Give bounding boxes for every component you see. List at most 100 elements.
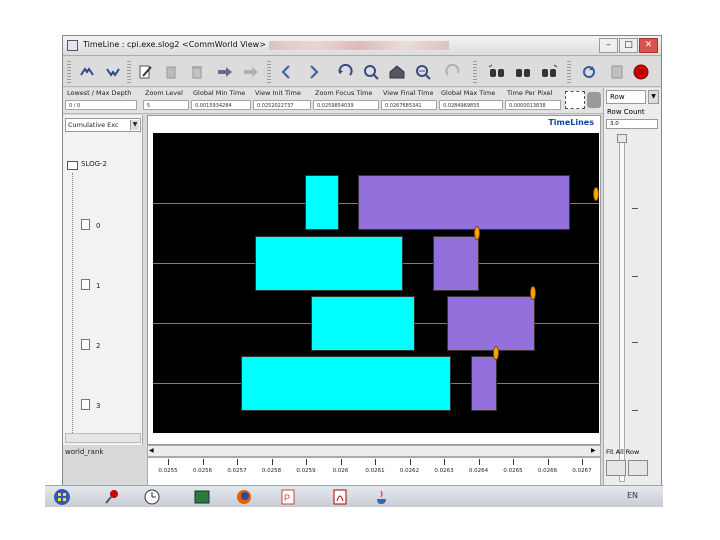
tree-rank-label[interactable]: 1 bbox=[96, 282, 100, 290]
slider-tick bbox=[632, 276, 638, 277]
refresh-icon[interactable] bbox=[577, 60, 601, 84]
state-rectangle[interactable] bbox=[471, 356, 497, 411]
slider-tick bbox=[632, 410, 638, 411]
event-marker[interactable] bbox=[530, 286, 536, 300]
delete-icon[interactable] bbox=[159, 60, 183, 84]
zoom-row-icon[interactable] bbox=[606, 460, 626, 476]
java-icon[interactable] bbox=[371, 488, 393, 506]
row-select[interactable]: Row bbox=[606, 90, 646, 104]
tree-rank-label[interactable]: 2 bbox=[96, 342, 100, 350]
clock-icon[interactable] bbox=[141, 488, 163, 506]
ruler-tick bbox=[271, 459, 273, 465]
image-viewer-icon[interactable] bbox=[191, 488, 213, 506]
powerpoint-icon[interactable]: P bbox=[277, 488, 299, 506]
pdf-icon[interactable] bbox=[329, 488, 351, 506]
ruler-tick bbox=[444, 459, 445, 465]
timeline-hscrollbar[interactable]: ◀ ▶ bbox=[147, 445, 601, 457]
ruler-tick bbox=[478, 459, 480, 465]
tree-hscrollbar[interactable] bbox=[65, 433, 141, 443]
zoom-search-out-icon[interactable] bbox=[411, 60, 435, 84]
global-min-time-field[interactable]: 0.0015934284 bbox=[191, 100, 251, 110]
file-icon bbox=[81, 399, 90, 410]
scroll-right-icon[interactable] bbox=[301, 60, 325, 84]
stop-icon[interactable] bbox=[629, 60, 653, 84]
state-rectangle[interactable] bbox=[305, 175, 339, 230]
tree-rank-label[interactable]: 0 bbox=[96, 222, 100, 230]
maximize-button[interactable]: □ bbox=[619, 38, 638, 53]
hand-row-icon[interactable] bbox=[628, 460, 648, 476]
ruler-tick bbox=[375, 459, 376, 465]
firefox-icon[interactable] bbox=[233, 488, 255, 506]
ruler-tick-label: 0.0255 bbox=[158, 468, 178, 474]
time-per-pixel-label: Time Per Pixel bbox=[507, 89, 553, 97]
toolbar-separator bbox=[127, 61, 131, 83]
zoom-level-field[interactable]: 5 bbox=[143, 100, 189, 110]
binoculars-icon[interactable] bbox=[511, 60, 535, 84]
zoom-focus-time-label: Zoom Focus Time bbox=[315, 89, 373, 97]
view-init-time-field[interactable]: 0.0252022737 bbox=[253, 100, 311, 110]
state-rectangle[interactable] bbox=[241, 356, 451, 411]
zoom-level-label: Zoom Level bbox=[145, 89, 183, 97]
zoom-focus-time-field[interactable]: 0.0259854039 bbox=[313, 100, 379, 110]
ruler-tick bbox=[513, 459, 514, 465]
state-rectangle[interactable] bbox=[255, 236, 403, 291]
chevron-down-icon[interactable]: ▼ bbox=[130, 120, 139, 130]
time-ruler: 0.0255 0.0256 0.0257 0.0258 0.0259 0.026 0.026… bbox=[147, 457, 601, 488]
chevron-down-icon[interactable]: ▼ bbox=[648, 90, 659, 104]
toolbar-grip[interactable] bbox=[67, 61, 71, 83]
tree-rank-label[interactable]: 3 bbox=[96, 402, 100, 410]
rank-tree-panel: Cumulative Exc ▼ SLOG-2 0 1 2 3 bbox=[63, 115, 143, 445]
state-rectangle[interactable] bbox=[358, 175, 570, 230]
binoculars-right-icon[interactable] bbox=[537, 60, 561, 84]
selection-tool-icon[interactable] bbox=[565, 91, 585, 109]
zoom-in-icon[interactable] bbox=[101, 60, 125, 84]
timeline-plot[interactable] bbox=[153, 133, 599, 433]
trash-icon[interactable] bbox=[185, 60, 209, 84]
scroll-left-arrow-icon[interactable]: ◀ bbox=[149, 447, 157, 455]
language-indicator[interactable]: EN bbox=[627, 491, 638, 500]
view-final-time-field[interactable]: 0.0267685341 bbox=[381, 100, 437, 110]
forward-icon[interactable] bbox=[213, 60, 237, 84]
print-icon[interactable] bbox=[605, 60, 629, 84]
binoculars-left-icon[interactable] bbox=[485, 60, 509, 84]
ruler-tick-label: 0.0262 bbox=[399, 468, 420, 474]
pin-icon[interactable] bbox=[101, 488, 123, 506]
ruler-tick-label: 0.0264 bbox=[468, 468, 489, 474]
state-rectangle[interactable] bbox=[311, 296, 415, 351]
minimize-button[interactable]: – bbox=[599, 38, 618, 53]
view-init-time-label: View Init Time bbox=[255, 89, 301, 97]
ruler-tick-label: 0.0256 bbox=[192, 468, 213, 474]
close-button[interactable]: ✕ bbox=[639, 38, 658, 53]
event-marker[interactable] bbox=[593, 187, 599, 201]
forward-disabled-icon[interactable] bbox=[239, 60, 263, 84]
fit-all-row-label[interactable]: Fit All Row bbox=[606, 448, 639, 456]
time-per-pixel-field[interactable]: 0.0000013838 bbox=[505, 100, 561, 110]
zoom-out-icon[interactable] bbox=[75, 60, 99, 84]
title-bar[interactable]: TimeLine : cpi.exe.slog2 <CommWorld View… bbox=[63, 36, 661, 56]
home-icon[interactable] bbox=[385, 60, 409, 84]
svg-text:P: P bbox=[284, 493, 290, 503]
lowest-max-depth-label: Lowest / Max Depth bbox=[67, 89, 132, 97]
undo-icon[interactable] bbox=[333, 60, 357, 84]
toolbar bbox=[63, 57, 661, 87]
row-slider-thumb[interactable] bbox=[617, 134, 627, 143]
event-marker[interactable] bbox=[493, 346, 499, 360]
row-count-field[interactable]: 3.0 bbox=[606, 119, 658, 129]
zoom-search-icon[interactable] bbox=[359, 60, 383, 84]
scroll-right-arrow-icon[interactable]: ▶ bbox=[591, 447, 599, 455]
legend-mode-select[interactable]: Cumulative Exc ▼ bbox=[65, 118, 141, 132]
tree-root-label[interactable]: SLOG-2 bbox=[81, 160, 107, 168]
row-slider-track[interactable] bbox=[619, 134, 625, 482]
ruler-tick bbox=[237, 459, 238, 465]
toolbar-separator bbox=[267, 61, 271, 83]
start-icon[interactable] bbox=[51, 488, 73, 506]
scroll-left-icon[interactable] bbox=[275, 60, 299, 84]
state-rectangle[interactable] bbox=[447, 296, 535, 351]
hand-tool-icon[interactable] bbox=[587, 92, 601, 108]
global-max-time-field[interactable]: 0.0284969855 bbox=[439, 100, 503, 110]
event-marker[interactable] bbox=[474, 226, 480, 240]
state-rectangle[interactable] bbox=[433, 236, 479, 291]
lowest-max-depth-field[interactable]: 0 / 0 bbox=[65, 100, 137, 110]
edit-icon[interactable] bbox=[133, 60, 157, 84]
redo-icon[interactable] bbox=[441, 60, 465, 84]
